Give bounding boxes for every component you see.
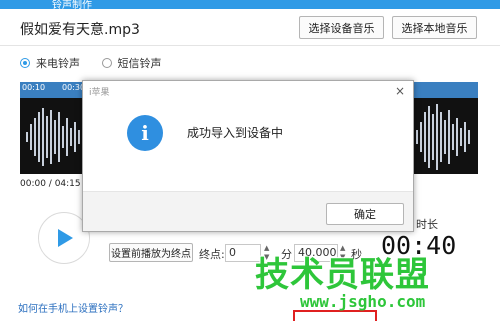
ok-button[interactable]: 确定: [326, 203, 404, 225]
close-icon[interactable]: ×: [395, 84, 405, 98]
ringtone-type-group: 来电铃声 短信铃声: [20, 55, 180, 71]
playback-time: 00:00 / 04:15: [20, 179, 81, 189]
select-device-music-button[interactable]: 选择设备音乐: [299, 16, 384, 39]
radio-incoming-call[interactable]: 来电铃声: [20, 55, 80, 71]
radio-selected-indicator: [20, 58, 30, 68]
info-icon: i: [127, 115, 163, 151]
play-icon: [58, 229, 73, 247]
highlight-box: [293, 310, 377, 321]
dialog-divider: [83, 191, 413, 192]
watermark-url: www.jsgho.com: [300, 292, 426, 311]
radio-indicator: [101, 58, 112, 68]
success-dialog: i苹果 × i 成功导入到设备中 确定: [82, 80, 414, 232]
waveform-graphic: [26, 108, 80, 166]
radio-label: 来电铃声: [36, 57, 80, 70]
song-title: 假如爱有天意.mp3: [20, 22, 140, 38]
help-link[interactable]: 如何在手机上设置铃声？: [18, 300, 128, 315]
dialog-title: i苹果: [89, 88, 110, 98]
radio-sms[interactable]: 短信铃声: [101, 55, 162, 71]
waveform-left[interactable]: 00:10 00:30: [20, 82, 84, 174]
radio-label: 短信铃声: [117, 57, 162, 70]
select-local-music-button[interactable]: 选择本地音乐: [392, 16, 477, 39]
watermark-logo-text: 技术员联盟: [255, 255, 430, 295]
waveform-graphic: [416, 104, 470, 170]
dialog-message: 成功导入到设备中: [187, 126, 284, 140]
set-end-button[interactable]: 设置前播放为终点: [109, 243, 193, 262]
header: 假如爱有天意.mp3 选择设备音乐 选择本地音乐: [0, 9, 500, 46]
window-title-bar: 铃声制作: [0, 0, 500, 11]
waveform-right[interactable]: [412, 82, 478, 174]
end-label: 终点:: [199, 248, 225, 261]
duration-label: 时长: [416, 218, 438, 231]
